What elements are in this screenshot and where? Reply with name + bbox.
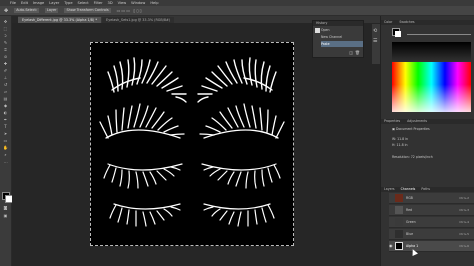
height-label: H: [392,143,396,147]
move-tool-icon[interactable]: ✥ [3,20,8,24]
height-value[interactable]: 11.8 in [397,143,408,147]
align-icons[interactable]: ▭▭▭ ▯▯▯ [117,8,143,13]
channel-thumb-rgb [395,194,403,202]
color-bg-swatch[interactable] [395,31,401,37]
toolbox: ✥ ⬚ ↄ ✎ ⌗ ⊘ ✚ ✐ ⊥ ↺ ▱ ▤ ◆ ◐ ✒ T ➤ ▭ ✋ ⌕ … [0,16,13,266]
quick-mask-icon[interactable]: ◙ [3,206,8,210]
eyedropper-tool-icon[interactable]: ⊘ [3,55,8,59]
crop-tool-icon[interactable]: ⌗ [3,48,8,52]
channels-panel-header: Layers Channels Paths [381,187,474,192]
history-item-open[interactable]: Open [321,27,363,33]
menu-3d[interactable]: 3D [108,1,113,5]
width-row: W: 11.8 in [392,137,408,141]
menu-help[interactable]: Help [150,1,158,5]
menu-filter[interactable]: Filter [94,1,103,5]
tab-swatches[interactable]: Swatches [399,20,414,24]
channel-thumb-alpha [395,242,403,250]
tab-color[interactable]: Color [384,20,392,24]
dodge-tool-icon[interactable]: ◐ [3,111,8,115]
history-item-paste[interactable]: Paste [321,41,363,47]
menu-layer[interactable]: Layer [49,1,59,5]
tab-paths[interactable]: Paths [421,187,430,191]
menu-image[interactable]: Image [33,1,44,5]
channel-shortcut: Ctrl+2 [459,196,469,200]
zoom-tool-icon[interactable]: ⌕ [3,153,8,157]
healing-tool-icon[interactable]: ✚ [3,62,8,66]
menu-window[interactable]: Window [131,1,145,5]
menu-type[interactable]: Type [64,1,72,5]
menu-select[interactable]: Select [78,1,89,5]
eraser-tool-icon[interactable]: ▱ [3,90,8,94]
channel-shortcut: Ctrl+6 [459,244,469,248]
pen-tool-icon[interactable]: ✒ [3,118,8,122]
channel-name: RGB [406,196,413,200]
color-slider[interactable] [407,34,471,35]
history-panel-icon[interactable]: ⟲ [373,28,377,34]
properties-panel-icon[interactable]: ☰ [373,38,377,44]
tab-adjustments[interactable]: Adjustments [407,119,427,123]
menu-view[interactable]: View [118,1,127,5]
history-panel: History Open New Channel Paste ◫ 🗑 [312,20,364,58]
gradient-tool-icon[interactable]: ▤ [3,97,8,101]
history-delete-icon[interactable]: 🗑 [355,50,360,55]
width-value[interactable]: 11.8 in [397,137,408,141]
panel-icon-strip: ⟲ ☰ [372,24,380,64]
hand-tool-icon[interactable]: ✋ [3,146,8,150]
channel-thumb-red [395,206,403,214]
blur-tool-icon[interactable]: ◆ [3,104,8,108]
color-panel-header: Color Swatches [381,20,474,25]
history-item-new-channel[interactable]: New Channel [321,34,363,40]
channel-row-red[interactable]: Red Ctrl+3 [389,205,474,216]
history-brush-tool-icon[interactable]: ↺ [3,83,8,87]
channel-name: Red [406,208,413,212]
channel-name: Green [406,220,416,224]
options-bar: ✥ Auto-Select: Layer Show Transform Cont… [0,6,474,16]
screen-mode-icon[interactable]: ▣ [3,214,8,218]
properties-panel-header: Properties Adjustments [381,119,474,124]
channel-row-blue[interactable]: Blue Ctrl+5 [389,229,474,240]
menu-file[interactable]: File [10,1,16,5]
show-transform-checkbox[interactable]: Show Transform Controls [64,8,111,13]
channel-shortcut: Ctrl+3 [459,208,469,212]
tab-channels[interactable]: Channels [401,187,416,191]
channel-shortcut: Ctrl+5 [459,232,469,236]
channel-shortcut: Ctrl+4 [459,220,469,224]
color-spectrum[interactable] [392,62,471,112]
height-row: H: 11.8 in [392,143,408,147]
path-select-tool-icon[interactable]: ➤ [3,132,8,136]
history-snapshot-thumb[interactable] [315,28,320,33]
tab-layers[interactable]: Layers [384,187,395,191]
move-tool-icon[interactable]: ✥ [4,8,8,14]
document-canvas[interactable] [90,42,294,246]
menu-edit[interactable]: Edit [21,1,28,5]
document-properties-title: Document Properties [396,127,430,131]
history-panel-title: History [313,21,363,26]
shape-tool-icon[interactable]: ▭ [3,139,8,143]
marquee-tool-icon[interactable]: ⬚ [3,27,8,31]
channel-thumb-blue [395,230,403,238]
channel-thumb-green [395,218,403,226]
auto-select-checkbox[interactable]: Auto-Select: [14,8,39,13]
brush-tool-icon[interactable]: ✐ [3,69,8,73]
lasso-tool-icon[interactable]: ↄ [3,34,8,38]
history-create-snapshot-icon[interactable]: ◫ [349,50,353,55]
eyelash-artwork [99,57,285,227]
quick-select-tool-icon[interactable]: ✎ [3,41,8,45]
more-tools-icon[interactable]: ⋯ [3,161,8,165]
channel-row-rgb[interactable]: RGB Ctrl+2 [389,193,474,204]
tab-properties[interactable]: Properties [384,119,400,123]
color-spectrum-dark [392,42,471,62]
width-label: W: [392,137,397,141]
stamp-tool-icon[interactable]: ⊥ [3,76,8,80]
channel-name: Blue [406,232,414,236]
channel-row-green[interactable]: Green Ctrl+4 [389,217,474,228]
visibility-eye-icon[interactable]: ◉ [389,243,393,248]
document-properties-row: ▣ Document Properties [392,126,472,132]
auto-select-target-dropdown[interactable]: Layer [44,8,59,13]
resolution-label: Resolution: [392,155,410,159]
channel-row-alpha[interactable]: ◉ Alpha 1 Ctrl+6 [389,241,474,252]
resolution-value: 72 pixels/inch [410,155,433,159]
resolution-row: Resolution: 72 pixels/inch [392,155,433,159]
type-tool-icon[interactable]: T [3,125,8,129]
